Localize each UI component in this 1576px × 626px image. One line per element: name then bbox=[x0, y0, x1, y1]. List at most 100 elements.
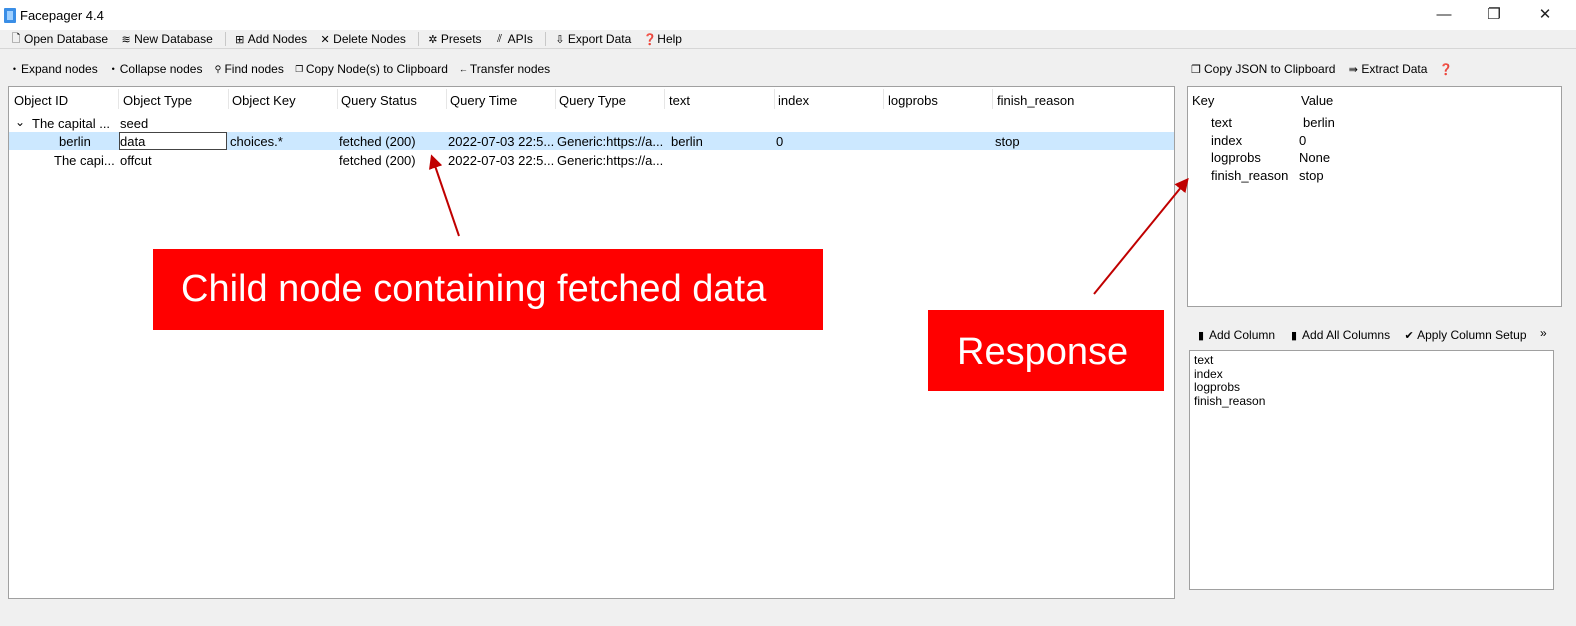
toolbar-separator bbox=[417, 32, 419, 46]
detail-value[interactable]: stop bbox=[1299, 168, 1324, 183]
collapse-nodes-button[interactable]: • Collapse nodes bbox=[109, 62, 203, 76]
column-header-finish-reason[interactable]: finish_reason bbox=[997, 93, 1074, 108]
help-icon: ❓ bbox=[1439, 63, 1454, 76]
add-all-columns-button[interactable]: ▮ Add All Columns bbox=[1288, 328, 1390, 342]
cell-query-type: Generic:https://a... bbox=[557, 153, 664, 168]
detail-value[interactable]: berlin bbox=[1303, 115, 1335, 130]
column-header-query-type[interactable]: Query Type bbox=[559, 93, 626, 108]
column-setup-toolbar: ▮ Add Column ▮ Add All Columns ✔ Apply Colu… bbox=[1195, 326, 1540, 344]
annotation-response: Response bbox=[928, 310, 1164, 391]
detail-key[interactable]: index bbox=[1211, 133, 1242, 148]
column-header-query-status[interactable]: Query Status bbox=[341, 93, 417, 108]
column-divider[interactable] bbox=[118, 89, 119, 109]
cell-index: 0 bbox=[776, 134, 784, 149]
column-setup-line: index bbox=[1194, 366, 1223, 381]
copy-nodes-button[interactable]: ❐ Copy Node(s) to Clipboard bbox=[295, 62, 448, 76]
detail-key[interactable]: text bbox=[1211, 115, 1232, 130]
detail-value[interactable]: None bbox=[1299, 150, 1330, 165]
toolbar-overflow-button[interactable]: » bbox=[1540, 326, 1547, 340]
add-nodes-button[interactable]: ⊞ Add Nodes bbox=[234, 32, 307, 46]
column-divider[interactable] bbox=[555, 89, 556, 109]
cell-query-status: fetched (200) bbox=[339, 134, 416, 149]
column-header-index[interactable]: index bbox=[778, 93, 809, 108]
tree-row-seed[interactable]: ⌄ The capital ... seed bbox=[9, 114, 1174, 132]
detail-toolbar: ❐ Copy JSON to Clipboard ⇛ Extract Data ❓ bbox=[1190, 60, 1465, 78]
apply-column-setup-button[interactable]: ✔ Apply Column Setup bbox=[1403, 328, 1526, 342]
cell-object-type: seed bbox=[120, 116, 149, 131]
transfer-icon: ← bbox=[458, 64, 468, 74]
column-header-logprobs[interactable]: logprobs bbox=[888, 93, 938, 108]
export-data-icon: ⇩ bbox=[555, 33, 565, 46]
column-header-object-key[interactable]: Object Key bbox=[232, 93, 296, 108]
tree-row-offcut[interactable]: The capi... offcut fetched (200) 2022-07… bbox=[9, 151, 1174, 169]
cell-query-time: 2022-07-03 22:5... bbox=[448, 134, 555, 149]
open-database-button[interactable]: 🗋 Open Database bbox=[10, 30, 109, 49]
tree-row-berlin[interactable]: berlin data choices.* fetched (200) 2022… bbox=[9, 132, 1174, 150]
cell-text: berlin bbox=[671, 134, 703, 149]
extract-icon: ⇛ bbox=[1348, 63, 1358, 76]
transfer-nodes-button[interactable]: ← Transfer nodes bbox=[459, 62, 550, 76]
detail-value[interactable]: 0 bbox=[1299, 133, 1306, 148]
column-divider[interactable] bbox=[992, 89, 993, 109]
detail-header-value: Value bbox=[1301, 93, 1334, 108]
cell-query-type: Generic:https://a... bbox=[557, 134, 664, 149]
column-header-object-type[interactable]: Object Type bbox=[123, 93, 192, 108]
main-toolbar: 🗋 Open Database ≋ New Database ⊞ Add Nodes … bbox=[0, 30, 1576, 48]
column-setup-textarea[interactable]: text index logprobs finish_reason bbox=[1189, 350, 1554, 590]
detail-header-key: Key bbox=[1192, 93, 1215, 108]
delete-nodes-icon: ✕ bbox=[320, 33, 330, 46]
minimize-button[interactable]: — bbox=[1421, 2, 1467, 28]
presets-icon: ✲ bbox=[428, 33, 438, 46]
delete-nodes-button[interactable]: ✕ Delete Nodes bbox=[319, 32, 406, 46]
search-icon: ⚲ bbox=[214, 63, 222, 74]
cell-object-type: data bbox=[120, 134, 146, 149]
tree-header: Object ID Object Type Object Key Query S… bbox=[9, 87, 1174, 113]
add-column-icon: ▮ bbox=[1197, 329, 1205, 342]
open-database-icon: 🗋 bbox=[11, 32, 21, 45]
close-button[interactable]: ✕ bbox=[1522, 2, 1568, 28]
collapse-icon: • bbox=[111, 64, 115, 74]
add-column-button[interactable]: ▮ Add Column bbox=[1195, 328, 1275, 342]
json-detail-view[interactable]: Key Value text berlin index 0 logprobs N… bbox=[1187, 86, 1562, 307]
expand-icon: • bbox=[12, 64, 17, 74]
new-database-icon: ≋ bbox=[121, 33, 131, 46]
cell-object-type: offcut bbox=[120, 153, 152, 168]
detail-help-button[interactable]: ❓ bbox=[1439, 63, 1453, 76]
toolbar-separator bbox=[224, 32, 226, 46]
chevron-down-icon[interactable]: ⌄ bbox=[15, 115, 25, 129]
column-divider[interactable] bbox=[446, 89, 447, 109]
cell-object-id: The capital ... bbox=[32, 116, 111, 131]
column-header-query-time[interactable]: Query Time bbox=[450, 93, 517, 108]
column-setup-line: text bbox=[1194, 353, 1214, 367]
copy-json-button[interactable]: ❐ Copy JSON to Clipboard bbox=[1190, 62, 1335, 76]
help-button[interactable]: ❓ Help bbox=[643, 32, 682, 46]
apis-button[interactable]: ⫽ APIs bbox=[494, 32, 533, 46]
detail-key[interactable]: finish_reason bbox=[1211, 168, 1288, 183]
column-divider[interactable] bbox=[228, 89, 229, 109]
column-divider[interactable] bbox=[337, 89, 338, 109]
column-divider[interactable] bbox=[664, 89, 665, 109]
help-icon: ❓ bbox=[643, 33, 657, 46]
find-nodes-button[interactable]: ⚲ Find nodes bbox=[213, 62, 284, 76]
cell-object-id: The capi... bbox=[54, 153, 115, 168]
presets-button[interactable]: ✲ Presets bbox=[427, 32, 481, 46]
add-all-columns-icon: ▮ bbox=[1291, 329, 1298, 342]
new-database-button[interactable]: ≋ New Database bbox=[120, 32, 212, 46]
column-header-object-id[interactable]: Object ID bbox=[14, 93, 68, 108]
detail-key[interactable]: logprobs bbox=[1211, 150, 1261, 165]
column-divider[interactable] bbox=[774, 89, 775, 109]
column-divider[interactable] bbox=[883, 89, 884, 109]
copy-icon: ❐ bbox=[1191, 63, 1201, 76]
add-nodes-icon: ⊞ bbox=[235, 33, 245, 46]
column-header-text[interactable]: text bbox=[669, 93, 690, 108]
restore-button[interactable]: ❐ bbox=[1471, 2, 1517, 28]
divider bbox=[0, 48, 1576, 49]
facepager-app-icon bbox=[4, 8, 16, 23]
extract-data-button[interactable]: ⇛ Extract Data bbox=[1347, 62, 1428, 76]
export-data-button[interactable]: ⇩ Export Data bbox=[554, 32, 631, 46]
check-circle-icon: ✔ bbox=[1404, 329, 1414, 342]
apis-icon: ⫽ bbox=[497, 32, 503, 45]
window-title: Facepager 4.4 bbox=[20, 8, 104, 23]
expand-nodes-button[interactable]: • Expand nodes bbox=[10, 62, 98, 76]
cell-finish-reason: stop bbox=[995, 134, 1020, 149]
